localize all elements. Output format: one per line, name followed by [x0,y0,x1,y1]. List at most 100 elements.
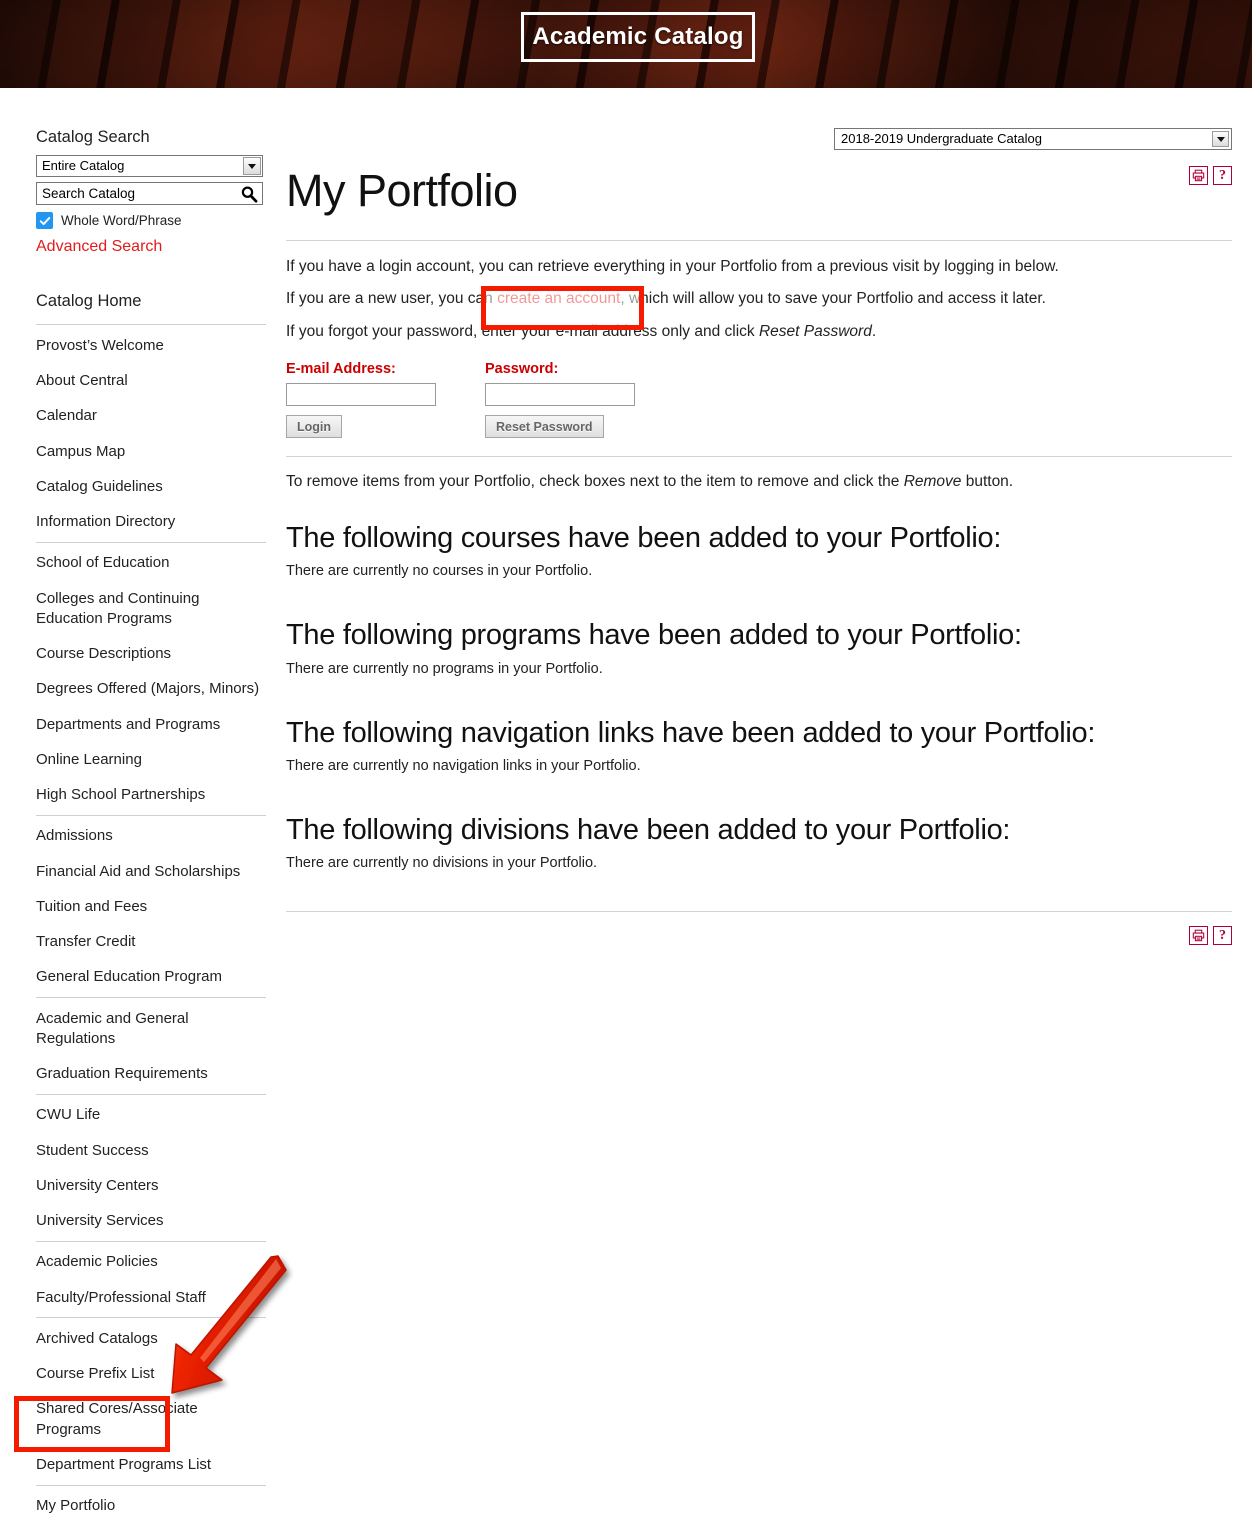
remove-emphasis: Remove [903,473,962,491]
sidebar-item-shared-cores-associate-programs[interactable]: Shared Cores/Associate Programs [36,1392,266,1448]
sidebar-item-university-services[interactable]: University Services [36,1204,266,1239]
intro-line-3: If you forgot your password, enter your … [286,321,1232,343]
catalog-version-select[interactable]: 2018-2019 Undergraduate Catalog [834,128,1232,150]
nav-divider [36,1093,266,1095]
create-account-link[interactable]: create an account [497,290,620,307]
chevron-down-icon[interactable] [1212,131,1229,147]
sidebar-item-colleges-and-continuing-education-programs[interactable]: Colleges and Continuing Education Progra… [36,581,266,637]
sidebar-item-cwu-life[interactable]: CWU Life [36,1098,266,1133]
sidebar-item-catalog-guidelines[interactable]: Catalog Guidelines [36,469,266,504]
portfolio-sections: The following courses have been added to… [286,522,1232,871]
email-column: E-mail Address: Login [286,361,436,439]
chevron-down-icon[interactable] [243,157,261,175]
whole-word-label: Whole Word/Phrase [61,213,182,228]
remove-instructions-after: button. [961,473,1014,491]
sidebar-item-faculty-professional-staff[interactable]: Faculty/Professional Staff [36,1280,266,1315]
password-label: Password: [485,361,559,378]
site-banner: Academic Catalog [0,0,1252,88]
sidebar-item-information-directory[interactable]: Information Directory [36,505,266,540]
search-icon[interactable] [240,185,258,203]
nav-divider [36,1240,266,1242]
section-heading: The following courses have been added to… [286,521,1002,554]
sidebar-item-university-centers[interactable]: University Centers [36,1168,266,1203]
section-empty-note: There are currently no courses in your P… [286,563,593,580]
sidebar-item-school-of-education[interactable]: School of Education [36,546,266,581]
sidebar-item-calendar[interactable]: Calendar [36,399,266,434]
catalog-scope-select[interactable]: Entire Catalog [36,155,263,177]
search-input[interactable] [37,183,237,204]
section-heading: The following navigation links have been… [286,716,1096,749]
sidebar: Catalog Search Entire Catalog Whole Word… [36,128,266,1524]
portfolio-section: The following programs have been added t… [286,619,1232,676]
banner-title-box: Academic Catalog [521,12,755,62]
section-empty-note: There are currently no divisions in your… [286,855,598,872]
sidebar-item-my-portfolio[interactable]: My Portfolio [36,1489,266,1524]
portfolio-section: The following divisions have been added … [286,814,1232,871]
search-input-wrap[interactable] [36,182,263,205]
sidebar-item-catalog-home[interactable]: Catalog Home [36,288,266,322]
portfolio-body: If you have a login account, you can ret… [286,256,1232,946]
catalog-version-value: 2018-2019 Undergraduate Catalog [841,131,1042,146]
whole-word-row[interactable]: Whole Word/Phrase [36,212,266,229]
portfolio-section: The following navigation links have been… [286,717,1232,774]
intro-line-2-before: If you are a new user, you can [286,290,498,308]
remove-instructions: To remove items from your Portfolio, che… [286,471,1232,493]
intro-line-1: If you have a login account, you can ret… [286,258,1059,275]
intro-line-3-before: If you forgot your password, enter your … [286,322,759,340]
question-mark-icon[interactable]: ? [1213,166,1232,185]
sidebar-item-departments-and-programs[interactable]: Departments and Programs [36,707,266,742]
sidebar-item-high-school-partnerships[interactable]: High School Partnerships [36,778,266,813]
password-column: Password: Reset Password [485,361,635,439]
login-button[interactable]: Login [286,415,343,439]
intro-line-2: If you are a new user, you can create an… [286,288,1232,310]
reset-password-emphasis: Reset Password [758,322,872,340]
remove-instructions-before: To remove items from your Portfolio, che… [286,473,904,491]
catalog-scope-value: Entire Catalog [42,158,125,173]
nav-divider [36,1317,266,1319]
intro-line-2-after: , which will allow you to save your Port… [620,290,1046,308]
sidebar-item-provost-s-welcome[interactable]: Provost’s Welcome [36,328,266,363]
nav-divider [36,1484,266,1486]
sidebar-item-course-descriptions[interactable]: Course Descriptions [36,637,266,672]
title-divider [286,240,1232,241]
sidebar-item-student-success[interactable]: Student Success [36,1133,266,1168]
sidebar-item-degrees-offered-majors-minors[interactable]: Degrees Offered (Majors, Minors) [36,672,266,707]
sidebar-item-graduation-requirements[interactable]: Graduation Requirements [36,1057,266,1092]
nav-divider [36,997,266,999]
printer-icon[interactable] [1189,166,1208,185]
sidebar-item-academic-policies[interactable]: Academic Policies [36,1245,266,1280]
sidebar-item-about-central[interactable]: About Central [36,364,266,399]
sidebar-item-academic-and-general-regulations[interactable]: Academic and General Regulations [36,1001,266,1057]
portfolio-section: The following courses have been added to… [286,522,1232,579]
sidebar-item-transfer-credit[interactable]: Transfer Credit [36,925,266,960]
reset-password-button[interactable]: Reset Password [485,415,604,439]
banner-title: Academic Catalog [532,23,744,50]
section-empty-note: There are currently no programs in your … [286,660,603,677]
question-mark-icon[interactable]: ? [1213,926,1232,946]
sidebar-item-tuition-and-fees[interactable]: Tuition and Fees [36,889,266,924]
sidebar-item-archived-catalogs[interactable]: Archived Catalogs [36,1321,266,1356]
section-empty-note: There are currently no navigation links … [286,757,641,774]
bottom-divider [286,911,1232,913]
email-label: E-mail Address: [286,361,396,378]
section-heading: The following programs have been added t… [286,619,1022,652]
email-field[interactable] [286,383,436,407]
sidebar-item-admissions[interactable]: Admissions [36,819,266,854]
login-form: E-mail Address: Login Password: Reset Pa… [286,361,1232,439]
sidebar-item-course-prefix-list[interactable]: Course Prefix List [36,1357,266,1392]
nav-divider [36,324,266,326]
catalog-search-heading: Catalog Search [36,128,150,146]
nav-divider [36,541,266,543]
advanced-search-link[interactable]: Advanced Search [36,238,266,256]
password-field[interactable] [485,383,635,407]
sidebar-item-financial-aid-and-scholarships[interactable]: Financial Aid and Scholarships [36,854,266,889]
sidebar-item-general-education-program[interactable]: General Education Program [36,960,266,995]
whole-word-checkbox[interactable] [36,212,53,229]
sidebar-item-department-programs-list[interactable]: Department Programs List [36,1447,266,1482]
top-icon-group: ? [1189,166,1232,185]
sidebar-item-online-learning[interactable]: Online Learning [36,742,266,777]
bottom-icon-group: ? [286,926,1232,946]
sidebar-item-campus-map[interactable]: Campus Map [36,434,266,469]
printer-icon[interactable] [1189,926,1208,946]
sidebar-nav: Catalog Home Provost’s Welcome About Centr… [36,288,266,1524]
